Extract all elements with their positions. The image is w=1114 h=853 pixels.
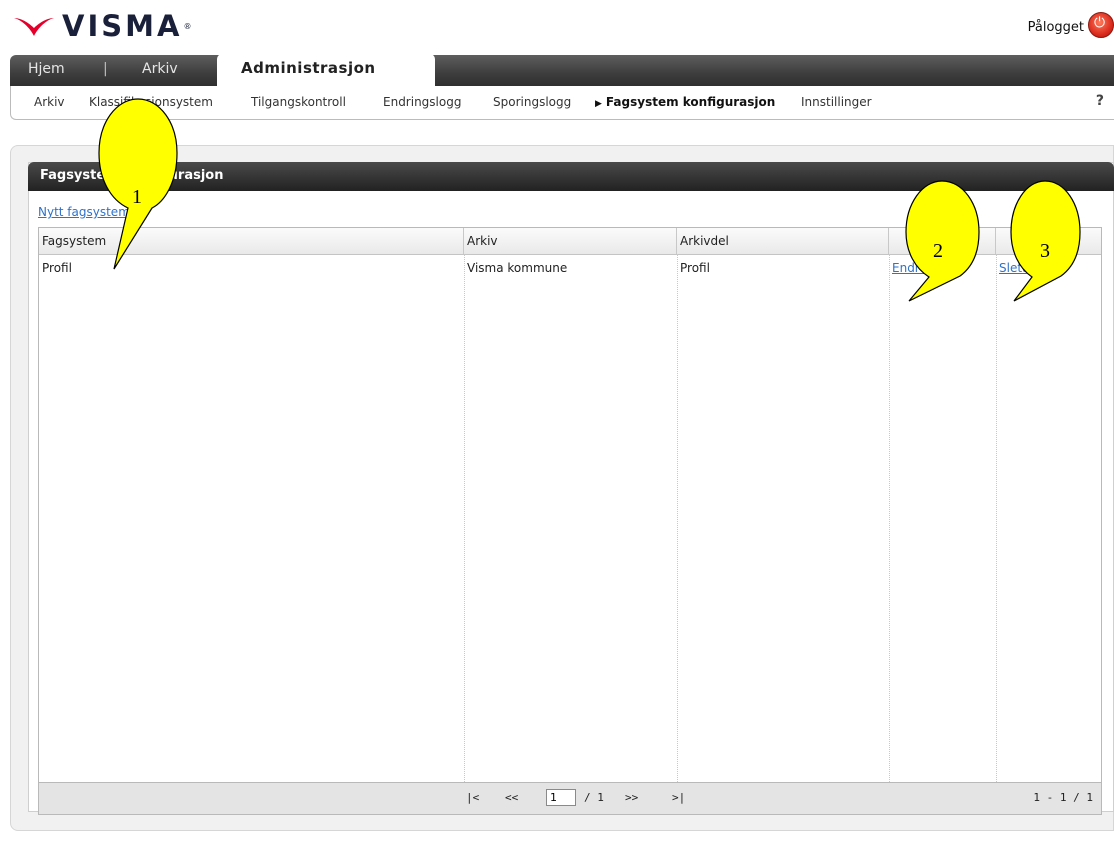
table-row[interactable]: Profil Visma kommune Profil Endre Slett xyxy=(39,255,1101,281)
panel-header: Fagsystem konfigurasjon xyxy=(28,162,1114,191)
pager-first-button[interactable]: |< xyxy=(466,791,479,804)
pager-last-button[interactable]: >| xyxy=(672,791,685,804)
pager: |< << / 1 >> >| 1 - 1 / 1 xyxy=(39,782,1101,814)
edit-link[interactable]: Endre xyxy=(889,255,996,281)
subnav-item-fagsystem-konfigurasjon[interactable]: Fagsystem konfigurasjon xyxy=(595,95,775,109)
new-fagsystem-link[interactable]: Nytt fagsystem xyxy=(38,205,130,219)
subnav-item-klassifikasjonsystem[interactable]: Klassifikasjonsystem xyxy=(89,95,213,109)
visma-swoosh-icon xyxy=(14,18,54,36)
column-divider xyxy=(464,254,465,784)
column-header-fagsystem[interactable]: Fagsystem xyxy=(39,228,464,254)
registered-mark: ® xyxy=(183,21,192,31)
sub-nav: Arkiv Klassifikasjonsystem Tilgangskontr… xyxy=(10,86,1114,120)
tab-separator: | xyxy=(103,61,108,77)
tab-arkiv[interactable]: Arkiv xyxy=(142,55,178,86)
table-header: Fagsystem Arkiv Arkivdel xyxy=(39,228,1101,255)
logged-in-label: Pålogget xyxy=(1027,20,1084,35)
tab-hjem[interactable]: Hjem xyxy=(28,55,65,86)
cell-fagsystem: Profil xyxy=(42,261,72,275)
page-number-input[interactable] xyxy=(546,789,576,806)
pager-range: 1 - 1 / 1 xyxy=(1033,791,1093,804)
column-header-delete xyxy=(996,228,1103,254)
column-header-arkivdel[interactable]: Arkivdel xyxy=(677,228,889,254)
column-header-edit xyxy=(889,228,996,254)
help-button[interactable]: ? xyxy=(1096,93,1104,109)
column-header-arkiv[interactable]: Arkiv xyxy=(464,228,677,254)
subnav-item-arkiv[interactable]: Arkiv xyxy=(34,95,65,109)
cell-arkivdel: Profil xyxy=(680,261,710,275)
pager-total: / 1 xyxy=(584,791,604,804)
cell-arkiv: Visma kommune xyxy=(467,261,568,275)
delete-link[interactable]: Slett xyxy=(996,255,1103,281)
subnav-item-endringslogg[interactable]: Endringslogg xyxy=(383,95,461,109)
brand-name: VISMA xyxy=(62,8,183,43)
subnav-item-tilgangskontroll[interactable]: Tilgangskontroll xyxy=(251,95,346,109)
panel-title: Fagsystem konfigurasjon xyxy=(40,168,224,183)
fagsystem-table: Fagsystem Arkiv Arkivdel Profil Visma ko… xyxy=(38,227,1102,815)
logout-power-icon[interactable] xyxy=(1088,12,1114,38)
subnav-item-sporingslogg[interactable]: Sporingslogg xyxy=(493,95,571,109)
column-divider xyxy=(889,254,890,784)
subnav-item-innstillinger[interactable]: Innstillinger xyxy=(801,95,872,109)
pager-prev-button[interactable]: << xyxy=(505,791,518,804)
main-nav: Hjem | Arkiv Administrasjon xyxy=(10,54,1114,86)
column-divider xyxy=(677,254,678,784)
column-divider xyxy=(996,254,997,784)
visma-logo: VISMA ® xyxy=(12,6,191,46)
pager-next-button[interactable]: >> xyxy=(625,791,638,804)
tab-administrasjon[interactable]: Administrasjon xyxy=(217,54,435,86)
